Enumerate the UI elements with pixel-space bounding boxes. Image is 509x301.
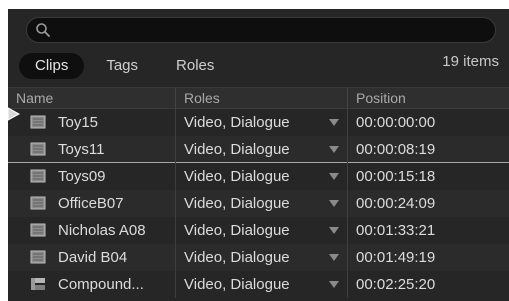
- clip-name-cell: David B04: [30, 244, 175, 271]
- search-icon: [36, 23, 50, 37]
- search-input[interactable]: [57, 21, 491, 41]
- video-clip-icon: [30, 142, 46, 156]
- table-row[interactable]: Nicholas A08 Video, Dialogue 00:01:33:21: [8, 217, 509, 244]
- video-clip-icon: [30, 196, 46, 210]
- clip-name-cell: OfficeB07: [30, 190, 175, 217]
- clip-name-cell: Toys09: [30, 163, 175, 190]
- roles-value: Video, Dialogue: [184, 141, 290, 158]
- column-header-position[interactable]: Position: [347, 88, 509, 109]
- position-cell: 00:00:24:09: [347, 190, 509, 217]
- video-clip-icon: [30, 250, 46, 264]
- clip-name: David B04: [58, 249, 128, 266]
- table-row[interactable]: David B04 Video, Dialogue 00:01:49:19: [8, 244, 509, 271]
- roles-value: Video, Dialogue: [184, 195, 290, 212]
- clip-name: Toys09: [58, 168, 106, 185]
- position-cell: 00:00:00:00: [347, 109, 509, 136]
- column-header-roles[interactable]: Roles: [175, 88, 347, 109]
- position-cell: 00:00:15:18: [347, 163, 509, 190]
- roles-cell[interactable]: Video, Dialogue: [175, 271, 347, 298]
- video-clip-icon: [30, 115, 46, 129]
- roles-cell[interactable]: Video, Dialogue: [175, 136, 347, 163]
- table-row[interactable]: Toys11 Video, Dialogue 00:00:08:19: [8, 136, 509, 163]
- compound-clip-icon: [31, 278, 45, 290]
- roles-cell[interactable]: Video, Dialogue: [175, 217, 347, 244]
- roles-value: Video, Dialogue: [184, 249, 290, 266]
- clip-name: Toys11: [58, 141, 105, 158]
- clip-name: Compound...: [58, 276, 144, 293]
- chevron-down-icon[interactable]: [329, 200, 339, 207]
- table-row[interactable]: Toys09 Video, Dialogue 00:00:15:18: [8, 163, 509, 190]
- clip-name-cell: Nicholas A08: [30, 217, 175, 244]
- position-cell: 00:02:25:20: [347, 271, 509, 298]
- chevron-down-icon[interactable]: [329, 119, 339, 126]
- chevron-down-icon[interactable]: [329, 227, 339, 234]
- table-row[interactable]: Toy15 Video, Dialogue 00:00:00:00: [8, 109, 509, 136]
- tab-roles[interactable]: Roles: [160, 53, 230, 79]
- tab-clips[interactable]: Clips: [19, 53, 85, 79]
- roles-value: Video, Dialogue: [184, 222, 290, 239]
- roles-value: Video, Dialogue: [184, 276, 290, 293]
- video-clip-icon: [30, 223, 46, 237]
- index-tabs: Clips Tags Roles: [19, 53, 236, 79]
- clip-name: Toy15: [58, 114, 99, 131]
- chevron-down-icon[interactable]: [329, 173, 339, 180]
- video-clip-icon: [30, 169, 46, 183]
- item-count: 19 items: [442, 53, 499, 70]
- table-rows: Toy15 Video, Dialogue 00:00:00:00 Toys11…: [8, 109, 509, 298]
- clip-name-cell: Toys11: [30, 136, 175, 163]
- roles-cell[interactable]: Video, Dialogue: [175, 244, 347, 271]
- roles-cell[interactable]: Video, Dialogue: [175, 190, 347, 217]
- clips-table: Name Roles Position Toy15 Video, Dialogu…: [8, 87, 509, 298]
- roles-value: Video, Dialogue: [184, 114, 290, 131]
- table-row[interactable]: OfficeB07 Video, Dialogue 00:00:24:09: [8, 190, 509, 217]
- tab-tags[interactable]: Tags: [90, 53, 154, 79]
- chevron-down-icon[interactable]: [329, 146, 339, 153]
- playhead-marker-icon[interactable]: [8, 107, 21, 121]
- roles-cell[interactable]: Video, Dialogue: [175, 109, 347, 136]
- clip-name-cell: Toy15: [30, 109, 175, 136]
- position-cell: 00:00:08:19: [347, 136, 509, 163]
- chevron-down-icon[interactable]: [329, 281, 339, 288]
- table-header: Name Roles Position: [8, 87, 509, 109]
- table-row[interactable]: Compound... Video, Dialogue 00:02:25:20: [8, 271, 509, 298]
- position-cell: 00:01:49:19: [347, 244, 509, 271]
- position-cell: 00:01:33:21: [347, 217, 509, 244]
- clip-name: OfficeB07: [58, 195, 124, 212]
- roles-value: Video, Dialogue: [184, 168, 290, 185]
- chevron-down-icon[interactable]: [329, 254, 339, 261]
- roles-cell[interactable]: Video, Dialogue: [175, 163, 347, 190]
- search-field[interactable]: [26, 17, 496, 43]
- timeline-index-panel: Clips Tags Roles 19 items Name Roles Pos…: [8, 9, 509, 301]
- clip-name: Nicholas A08: [58, 222, 146, 239]
- column-header-name[interactable]: Name: [8, 88, 175, 109]
- clip-name-cell: Compound...: [30, 271, 175, 298]
